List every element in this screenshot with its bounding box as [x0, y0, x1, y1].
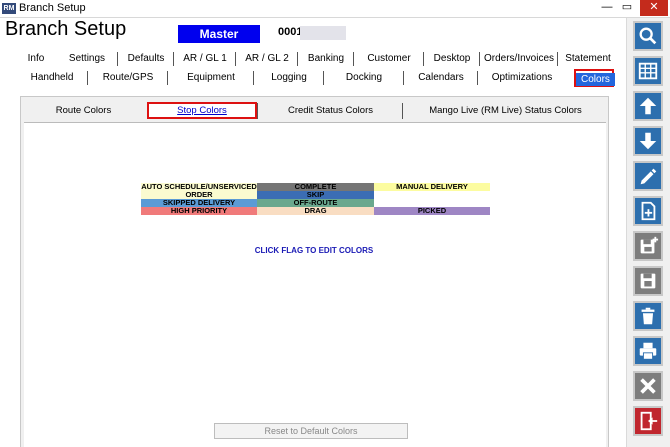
move-down-button[interactable]: [633, 126, 663, 156]
arrow-down-icon: [639, 132, 657, 150]
tab-banking[interactable]: Banking: [298, 50, 354, 68]
exit-button[interactable]: [633, 406, 663, 436]
grid-button[interactable]: [633, 56, 663, 86]
branch-id: 0001: [278, 26, 303, 38]
subtab-bar: Route Colors Stop Colors Credit Status C…: [21, 101, 608, 121]
save-icon: [640, 273, 656, 289]
tab-route-gps[interactable]: Route/GPS: [88, 69, 168, 87]
move-up-button[interactable]: [633, 91, 663, 121]
tab-ar-gl-1[interactable]: AR / GL 1: [174, 50, 236, 68]
print-button[interactable]: [633, 336, 663, 366]
click-flag-instruction: CLICK FLAG TO EDIT COLORS: [254, 246, 374, 255]
tab-logging[interactable]: Logging: [254, 69, 324, 87]
tab-defaults[interactable]: Defaults: [118, 50, 174, 68]
edit-button[interactable]: [633, 161, 663, 191]
subtab-credit-status-colors[interactable]: Credit Status Colors: [258, 101, 403, 121]
colors-panel: Route Colors Stop Colors Credit Status C…: [20, 96, 609, 447]
cancel-button[interactable]: [633, 371, 663, 401]
new-save-button[interactable]: [633, 231, 663, 261]
subtab-route-colors[interactable]: Route Colors: [21, 101, 146, 121]
exit-icon: [640, 411, 658, 431]
flag-picked[interactable]: PICKED: [374, 207, 490, 215]
edit-icon: [640, 168, 657, 185]
new-document-icon: [641, 201, 656, 221]
minimize-button[interactable]: —: [598, 0, 616, 16]
subtab-stop-colors[interactable]: Stop Colors: [146, 101, 258, 121]
tab-customer[interactable]: Customer: [354, 50, 424, 68]
tab-docking[interactable]: Docking: [324, 69, 404, 87]
app-logo-icon: RM: [2, 3, 16, 14]
tab-desktop[interactable]: Desktop: [424, 50, 480, 68]
stop-colors-content: AUTO SCHEDULE/UNSERVICED ORDER SKIPPED D…: [24, 122, 606, 447]
branch-id-redacted: [300, 26, 346, 40]
tab-equipment[interactable]: Equipment: [168, 69, 254, 87]
delete-icon: [641, 307, 655, 325]
tab-calendars[interactable]: Calendars: [404, 69, 478, 87]
search-icon: [639, 27, 657, 45]
flag-high-priority[interactable]: HIGH PRIORITY: [141, 207, 257, 215]
maximize-button[interactable]: ▭: [618, 0, 636, 16]
tab-orders-invoices[interactable]: Orders/Invoices: [480, 50, 558, 68]
flag-drag[interactable]: DRAG: [257, 207, 374, 215]
page-title: Branch Setup: [5, 18, 127, 40]
close-icon: [640, 378, 656, 394]
tab-optimizations[interactable]: Optimizations: [478, 69, 566, 87]
tab-row-1: Info Settings Defaults AR / GL 1 AR / GL…: [0, 50, 626, 68]
close-window-button[interactable]: ✕: [640, 0, 668, 16]
window-title: Branch Setup: [19, 2, 86, 14]
branch-name-badge: Master Branch: [178, 25, 260, 59]
tab-handheld[interactable]: Handheld: [16, 69, 88, 87]
search-button[interactable]: [633, 21, 663, 51]
tab-info[interactable]: Info: [16, 50, 56, 68]
title-bar: RM Branch Setup — ▭ ✕: [0, 0, 670, 18]
save-button[interactable]: [633, 266, 663, 296]
tab-row-2: Handheld Route/GPS Equipment Logging Doc…: [0, 69, 626, 87]
delete-button[interactable]: [633, 301, 663, 331]
tab-statement[interactable]: Statement: [558, 50, 618, 68]
print-icon: [639, 342, 657, 360]
arrow-up-icon: [639, 97, 657, 115]
new-save-icon: [640, 236, 659, 254]
tab-ar-gl-2[interactable]: AR / GL 2: [236, 50, 298, 68]
tab-colors[interactable]: Colors: [574, 69, 615, 87]
main-panel: Branch Setup Master Branch 0001 Info Set…: [0, 18, 626, 447]
flag-manual-delivery[interactable]: MANUAL DELIVERY: [374, 183, 490, 191]
reset-default-colors-button[interactable]: Reset to Default Colors: [214, 423, 408, 439]
flag-empty-1: [374, 191, 490, 199]
action-sidebar: [626, 18, 670, 447]
subtab-mango-live-status-colors[interactable]: Mango Live (RM Live) Status Colors: [403, 101, 608, 121]
tab-settings[interactable]: Settings: [56, 50, 118, 68]
grid-icon: [638, 62, 658, 80]
new-document-button[interactable]: [633, 196, 663, 226]
